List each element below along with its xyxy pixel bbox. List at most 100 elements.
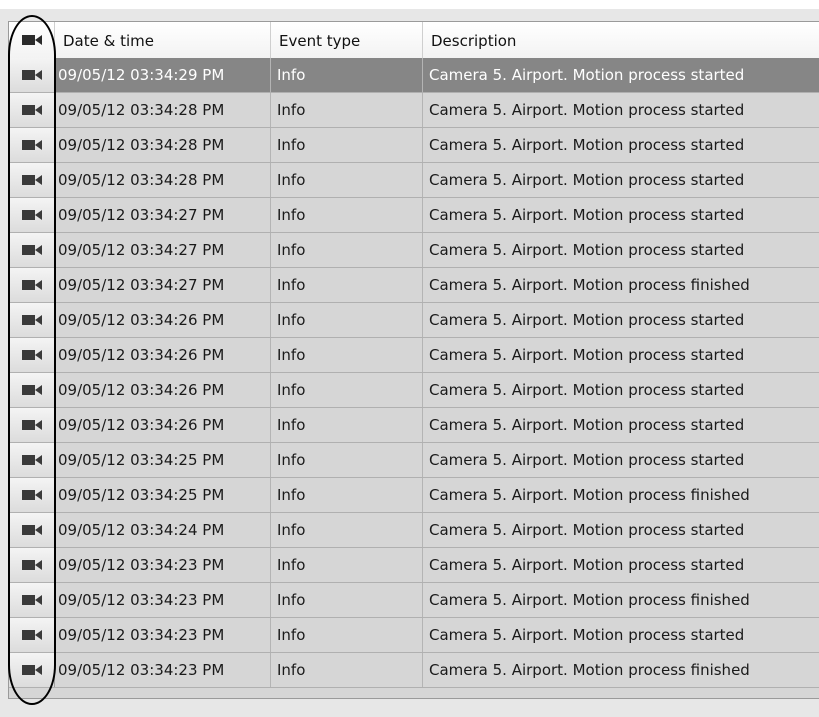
cell-event-type: Info bbox=[271, 478, 423, 512]
cell-event-type: Info bbox=[271, 653, 423, 687]
cell-date: 09/05/12 03:34:23 PM bbox=[55, 618, 271, 652]
row-camera-button[interactable] bbox=[9, 583, 55, 617]
events-grid: Date & time Event type Description 09/05… bbox=[8, 21, 819, 699]
table-row[interactable]: 09/05/12 03:34:29 PM Info Camera 5. Airpor… bbox=[9, 58, 819, 93]
cell-event-type: Info bbox=[271, 198, 423, 232]
cell-event-type: Info bbox=[271, 128, 423, 162]
cell-description: Camera 5. Airport. Motion process starte… bbox=[429, 626, 745, 644]
row-camera-button[interactable] bbox=[9, 443, 55, 477]
column-header-camera[interactable] bbox=[9, 22, 55, 58]
row-camera-button[interactable] bbox=[9, 513, 55, 547]
cell-event-type: Info bbox=[271, 233, 423, 267]
camera-icon bbox=[21, 490, 42, 500]
camera-icon bbox=[21, 70, 42, 80]
camera-icon bbox=[21, 210, 42, 220]
cell-description: Camera 5. Airport. Motion process starte… bbox=[429, 136, 745, 154]
column-header-event-type[interactable]: Event type bbox=[271, 22, 423, 58]
table-row[interactable]: 09/05/12 03:34:28 PM Info Camera 5. Airpor… bbox=[9, 128, 819, 163]
row-camera-button[interactable] bbox=[9, 233, 55, 267]
table-row[interactable]: 09/05/12 03:34:28 PM Info Camera 5. Airpor… bbox=[9, 93, 819, 128]
row-camera-button[interactable] bbox=[9, 198, 55, 232]
cell-event-type: Info bbox=[271, 443, 423, 477]
cell-event-type: Info bbox=[271, 618, 423, 652]
cell-description: Camera 5. Airport. Motion process starte… bbox=[429, 171, 745, 189]
row-camera-button[interactable] bbox=[9, 303, 55, 337]
cell-date: 09/05/12 03:34:28 PM bbox=[55, 128, 271, 162]
camera-icon bbox=[21, 140, 42, 150]
cell-description: Camera 5. Airport. Motion process starte… bbox=[429, 346, 745, 364]
row-camera-button[interactable] bbox=[9, 653, 55, 687]
cell-date: 09/05/12 03:34:27 PM bbox=[55, 268, 271, 302]
cell-event-type: Info bbox=[271, 583, 423, 617]
cell-date: 09/05/12 03:34:28 PM bbox=[55, 93, 271, 127]
cell-event-type: Info bbox=[271, 513, 423, 547]
cell-description: Camera 5. Airport. Motion process finish… bbox=[429, 486, 750, 504]
camera-icon bbox=[21, 315, 42, 325]
cell-date: 09/05/12 03:34:23 PM bbox=[55, 653, 271, 687]
table-row[interactable]: 09/05/12 03:34:26 PM Info Camera 5. Airpor… bbox=[9, 408, 819, 443]
cell-date: 09/05/12 03:34:24 PM bbox=[55, 513, 271, 547]
table-row[interactable]: 09/05/12 03:34:24 PM Info Camera 5. Airpor… bbox=[9, 513, 819, 548]
camera-icon bbox=[21, 665, 42, 675]
table-row[interactable]: 09/05/12 03:34:23 PM Info Camera 5. Airpor… bbox=[9, 583, 819, 618]
cell-event-type: Info bbox=[271, 303, 423, 337]
table-row[interactable]: 09/05/12 03:34:26 PM Info Camera 5. Airpor… bbox=[9, 303, 819, 338]
table-row[interactable]: 09/05/12 03:34:25 PM Info Camera 5. Airpor… bbox=[9, 443, 819, 478]
row-camera-button[interactable] bbox=[9, 128, 55, 162]
row-camera-button[interactable] bbox=[9, 548, 55, 582]
row-camera-button[interactable] bbox=[9, 618, 55, 652]
cell-description: Camera 5. Airport. Motion process finish… bbox=[429, 661, 750, 679]
row-camera-button[interactable] bbox=[9, 408, 55, 442]
cell-date: 09/05/12 03:34:27 PM bbox=[55, 198, 271, 232]
cell-date: 09/05/12 03:34:28 PM bbox=[55, 163, 271, 197]
camera-icon bbox=[21, 420, 42, 430]
camera-icon bbox=[21, 35, 42, 45]
table-row[interactable]: 09/05/12 03:34:26 PM Info Camera 5. Airpor… bbox=[9, 373, 819, 408]
cell-date: 09/05/12 03:34:26 PM bbox=[55, 338, 271, 372]
row-camera-button[interactable] bbox=[9, 93, 55, 127]
table-row[interactable]: 09/05/12 03:34:23 PM Info Camera 5. Airpor… bbox=[9, 548, 819, 583]
column-header-date[interactable]: Date & time bbox=[55, 22, 271, 58]
cell-description: Camera 5. Airport. Motion process starte… bbox=[429, 206, 745, 224]
table-row[interactable]: 09/05/12 03:34:28 PM Info Camera 5. Airpor… bbox=[9, 163, 819, 198]
cell-description: Camera 5. Airport. Motion process starte… bbox=[429, 66, 745, 84]
cell-date: 09/05/12 03:34:27 PM bbox=[55, 233, 271, 267]
cell-date: 09/05/12 03:34:26 PM bbox=[55, 373, 271, 407]
camera-icon bbox=[21, 525, 42, 535]
row-camera-button[interactable] bbox=[9, 58, 55, 92]
grid-header: Date & time Event type Description bbox=[9, 22, 819, 59]
table-row[interactable]: 09/05/12 03:34:27 PM Info Camera 5. Airpor… bbox=[9, 198, 819, 233]
camera-icon bbox=[21, 560, 42, 570]
row-camera-button[interactable] bbox=[9, 338, 55, 372]
cell-description: Camera 5. Airport. Motion process starte… bbox=[429, 521, 745, 539]
table-row[interactable]: 09/05/12 03:34:23 PM Info Camera 5. Airpor… bbox=[9, 618, 819, 653]
top-strip bbox=[0, 0, 819, 9]
table-row[interactable]: 09/05/12 03:34:26 PM Info Camera 5. Airpor… bbox=[9, 338, 819, 373]
column-header-description[interactable]: Description bbox=[423, 22, 819, 58]
table-row[interactable]: 09/05/12 03:34:23 PM Info Camera 5. Airpor… bbox=[9, 653, 819, 688]
cell-event-type: Info bbox=[271, 408, 423, 442]
cell-event-type: Info bbox=[271, 268, 423, 302]
cell-description: Camera 5. Airport. Motion process starte… bbox=[429, 556, 745, 574]
row-camera-button[interactable] bbox=[9, 268, 55, 302]
row-camera-button[interactable] bbox=[9, 163, 55, 197]
cell-description: Camera 5. Airport. Motion process starte… bbox=[429, 241, 745, 259]
camera-icon bbox=[21, 350, 42, 360]
cell-event-type: Info bbox=[271, 338, 423, 372]
table-row[interactable]: 09/05/12 03:34:25 PM Info Camera 5. Airpor… bbox=[9, 478, 819, 513]
table-row[interactable]: 09/05/12 03:34:27 PM Info Camera 5. Airpor… bbox=[9, 268, 819, 303]
cell-description: Camera 5. Airport. Motion process starte… bbox=[429, 311, 745, 329]
cell-date: 09/05/12 03:34:25 PM bbox=[55, 443, 271, 477]
row-camera-button[interactable] bbox=[9, 373, 55, 407]
cell-event-type: Info bbox=[271, 93, 423, 127]
cell-event-type: Info bbox=[271, 163, 423, 197]
camera-icon bbox=[21, 455, 42, 465]
cell-date: 09/05/12 03:34:26 PM bbox=[55, 303, 271, 337]
row-camera-button[interactable] bbox=[9, 478, 55, 512]
camera-icon bbox=[21, 280, 42, 290]
camera-icon bbox=[21, 595, 42, 605]
cell-description: Camera 5. Airport. Motion process finish… bbox=[429, 276, 750, 294]
table-row[interactable]: 09/05/12 03:34:27 PM Info Camera 5. Airpor… bbox=[9, 233, 819, 268]
cell-description: Camera 5. Airport. Motion process starte… bbox=[429, 451, 745, 469]
camera-icon bbox=[21, 385, 42, 395]
